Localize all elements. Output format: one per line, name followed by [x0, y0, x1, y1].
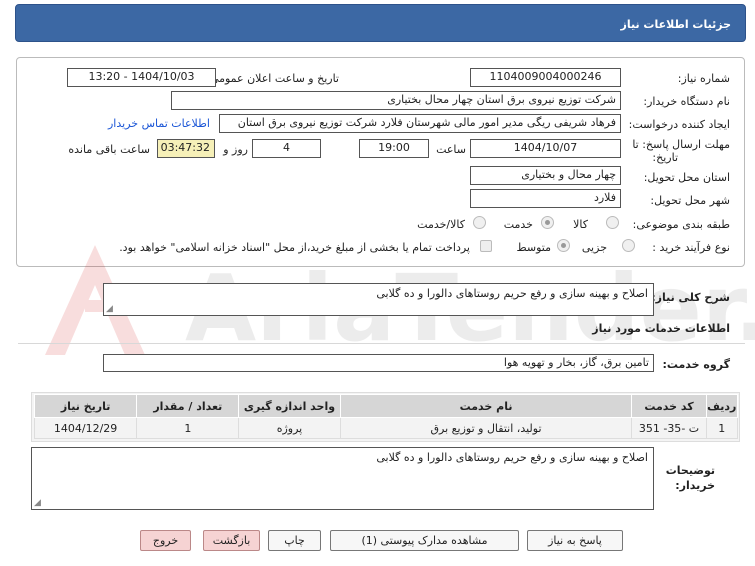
deadline-label-2: تاریخ:: [652, 151, 678, 164]
buyer-notes-textarea: اصلاح و بهینه سازی و رفع حریم روستاهای د…: [31, 447, 654, 510]
buyer-notes-text: اصلاح و بهینه سازی و رفع حریم روستاهای د…: [376, 451, 648, 464]
process-option-minor: جزیی: [581, 241, 607, 254]
city-field: فلارد: [470, 189, 621, 208]
cell-row: 1: [705, 417, 738, 439]
deadline-time-field: 19:00: [359, 139, 429, 158]
back-button[interactable]: بازگشت: [203, 530, 260, 551]
cell-qty: 1: [136, 417, 240, 439]
buyer-org-field: شرکت توزیع نیروی برق استان چهار محال بخت…: [171, 91, 621, 110]
table-row: 1 ت -35- 351 تولید، انتقال و توزیع برق پ…: [33, 417, 738, 439]
category-label: طبقه بندی موضوعی:: [632, 218, 730, 231]
exit-button[interactable]: خروج: [140, 530, 191, 551]
col-code: کد خدمت: [631, 394, 707, 418]
process-label: نوع فرآیند خرید :: [652, 241, 730, 254]
announce-field: 1404/10/03 - 13:20: [67, 68, 216, 87]
category-option-goods-service: کالا/خدمت: [417, 218, 465, 231]
resize-grip-icon[interactable]: ◢: [34, 499, 41, 508]
category-radio-goods-service[interactable]: [473, 216, 486, 229]
page-title: جزئیات اطلاعات نیاز: [620, 18, 732, 31]
print-button[interactable]: چاپ: [268, 530, 321, 551]
need-number-field: 1104009004000246: [470, 68, 621, 87]
need-number-label: شماره نیاز:: [677, 72, 730, 85]
services-section-title: اطلاعات خدمات مورد نیاز: [592, 322, 730, 335]
col-row: ردیف: [705, 394, 738, 418]
view-attachments-button[interactable]: مشاهده مدارک پیوستی (1): [330, 530, 519, 551]
province-field: چهار محال و بختیاری: [470, 166, 621, 185]
col-date: تاریخ نیاز: [33, 394, 138, 418]
deadline-time-label: ساعت: [436, 143, 466, 156]
process-radio-medium[interactable]: [557, 239, 570, 252]
province-label: استان محل تحویل:: [643, 171, 730, 184]
creator-field: فرهاد شریفی ریگی مدیر امور مالی شهرستان …: [219, 114, 621, 133]
payment-note: پرداخت تمام یا بخشی از مبلغ خرید،از محل …: [119, 241, 470, 254]
cell-date: 1404/12/29: [33, 417, 138, 439]
deadline-label: مهلت ارسال پاسخ: تا: [632, 138, 730, 151]
process-option-medium: متوسط: [516, 241, 551, 254]
creator-label: ایجاد کننده درخواست:: [628, 118, 730, 131]
summary-label: شرح کلی نیاز:: [651, 291, 730, 304]
col-name: نام خدمت: [339, 394, 633, 418]
category-option-service: خدمت: [503, 218, 533, 231]
services-table: ردیف کد خدمت نام خدمت واحد اندازه گیری ت…: [33, 394, 738, 439]
summary-text: اصلاح و بهینه سازی و رفع حریم روستاهای د…: [376, 287, 648, 300]
announce-label: تاریخ و ساعت اعلان عمومی:: [206, 72, 339, 85]
remaining-label: ساعت باقی مانده: [68, 143, 150, 156]
category-radio-service[interactable]: [541, 216, 554, 229]
service-group-field: تامین برق، گاز، بخار و تهویه هوا: [103, 354, 654, 372]
cell-name: تولید، انتقال و توزیع برق: [339, 417, 633, 439]
city-label: شهر محل تحویل:: [650, 194, 730, 207]
buyer-org-label: نام دستگاه خریدار:: [643, 95, 730, 108]
buyer-notes-label: توضیحات: [665, 464, 715, 477]
remaining-time-field: 03:47:32: [157, 139, 215, 158]
page-header: جزئیات اطلاعات نیاز: [15, 4, 746, 42]
summary-textarea: اصلاح و بهینه سازی و رفع حریم روستاهای د…: [103, 283, 654, 316]
process-radio-minor[interactable]: [622, 239, 635, 252]
treasury-checkbox[interactable]: [480, 240, 492, 252]
cell-unit: پروژه: [238, 417, 341, 439]
col-qty: تعداد / مقدار: [136, 394, 240, 418]
remaining-days-field: 4: [252, 139, 321, 158]
cell-code: ت -35- 351: [631, 417, 707, 439]
resize-grip-icon[interactable]: ◢: [106, 305, 113, 314]
service-group-label: گروه خدمت:: [662, 358, 730, 371]
services-divider: [18, 343, 745, 344]
col-unit: واحد اندازه گیری: [238, 394, 341, 418]
days-label: روز و: [223, 143, 248, 156]
category-option-goods: کالا: [573, 218, 588, 231]
deadline-date-field: 1404/10/07: [470, 139, 621, 158]
reply-button[interactable]: پاسخ به نیاز: [527, 530, 623, 551]
services-table-header: ردیف کد خدمت نام خدمت واحد اندازه گیری ت…: [33, 394, 738, 418]
category-radio-goods[interactable]: [606, 216, 619, 229]
buyer-notes-label-2: خریدار:: [675, 479, 715, 492]
info-panel: [16, 57, 745, 267]
buyer-contact-link[interactable]: اطلاعات تماس خریدار: [108, 117, 210, 130]
